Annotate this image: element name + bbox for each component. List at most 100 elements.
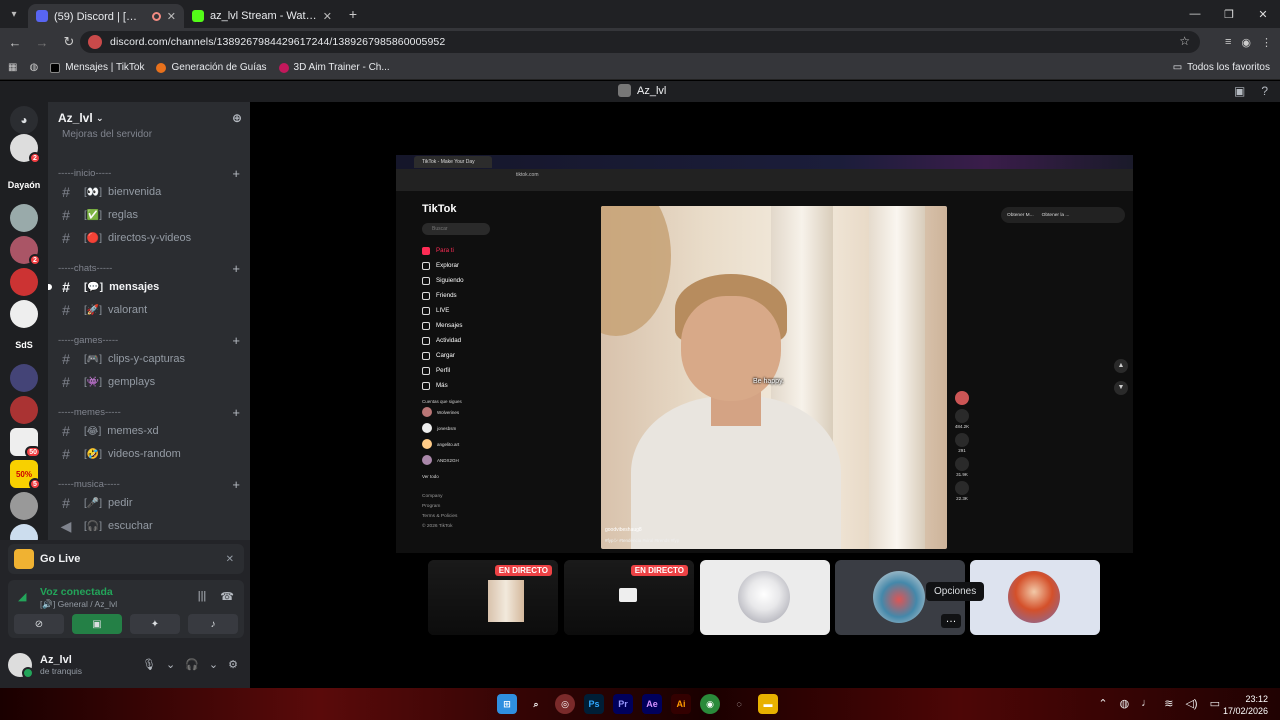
category-header[interactable]: -----inicio----- + [58, 166, 240, 181]
apps-grid-icon[interactable]: ▦ [8, 62, 17, 73]
activities-button[interactable]: ✦ [130, 614, 180, 634]
server-label-sds[interactable]: SdS [0, 340, 48, 350]
microphone-icon[interactable]: ♩ [1141, 697, 1152, 710]
search-icon[interactable]: ⌕ [526, 694, 546, 714]
premiere-icon[interactable]: Pr [613, 694, 633, 714]
category-header[interactable]: -----chats----- + [58, 261, 240, 276]
category-header[interactable]: -----games----- + [58, 333, 240, 348]
add-channel-icon[interactable]: + [232, 261, 240, 276]
noise-suppression-icon[interactable]: ||| [198, 590, 207, 603]
screen-share-button[interactable]: ▣ [72, 614, 122, 634]
channel-item[interactable]: # [🎮] clips-y-capturas [56, 349, 242, 369]
headphones-icon[interactable]: 🎧 [185, 658, 199, 671]
server-icon[interactable]: 50% 5 [10, 460, 41, 490]
app-icon[interactable]: ◎ [555, 694, 575, 714]
server-icon[interactable]: 2 [10, 236, 41, 266]
shared-screen-stream[interactable]: TikTok - Make Your Day tiktok.com TikTok… [396, 155, 1133, 553]
category-header[interactable]: -----memes----- + [58, 405, 240, 420]
close-window-icon[interactable]: ✕ [1246, 0, 1280, 28]
add-channel-icon[interactable]: + [232, 405, 240, 420]
close-tab-icon[interactable]: ✕ [167, 10, 176, 23]
disconnect-icon[interactable]: ☎ [220, 590, 234, 603]
bookmark-item[interactable]: Generación de Guías [156, 62, 267, 73]
server-icon[interactable] [10, 268, 38, 296]
server-icon[interactable]: 2 [10, 134, 41, 164]
go-live-banner[interactable]: Go Live ✕ [8, 544, 244, 574]
participant-tile-stream[interactable]: EN DIRECTO [564, 560, 694, 635]
category-header[interactable]: -----musica----- + [58, 477, 240, 492]
server-boost-link[interactable]: Mejoras del servidor [62, 129, 152, 140]
microphone-icon[interactable]: 🎙 [142, 658, 156, 671]
channel-item[interactable]: # [😂] memes-xd [56, 421, 242, 441]
channel-item[interactable]: # [🔴] directos-y-videos [56, 228, 242, 248]
voice-channel-path[interactable]: [🔊] General / Az_lvl [40, 599, 117, 610]
forward-icon[interactable]: → [30, 30, 54, 54]
tray-app-icon[interactable]: ◍ [1120, 697, 1130, 710]
participant-tile[interactable] [700, 560, 830, 635]
chevron-down-icon[interactable]: ⌄ [166, 658, 175, 671]
channel-item[interactable]: # [🎤] pedir [56, 493, 242, 513]
taskbar-clock[interactable]: 23:12 17/02/2026 [1223, 693, 1268, 717]
illustrator-icon[interactable]: Ai [671, 694, 691, 714]
all-bookmarks[interactable]: ▭ Todos los favoritos [1173, 62, 1270, 73]
discord-home-icon[interactable]: ◕ [10, 106, 38, 134]
channel-item[interactable]: # [👀] bienvenida [56, 182, 242, 202]
browser-tab-discord[interactable]: (59) Discord | [🔊] General ✕ [28, 4, 184, 28]
site-info-icon[interactable] [88, 35, 102, 49]
file-explorer-icon[interactable]: ▬ [758, 694, 778, 714]
reload-icon[interactable]: ↻ [57, 30, 81, 54]
server-icon[interactable]: 50 [10, 428, 41, 458]
server-icon[interactable] [10, 492, 38, 520]
new-tab-button[interactable]: + [340, 6, 366, 22]
server-icon[interactable] [10, 364, 38, 392]
chevron-down-icon[interactable]: ⌄ [209, 658, 218, 671]
channel-item[interactable]: # [🤣] videos-random [56, 444, 242, 464]
chrome-icon[interactable]: ◉ [700, 694, 720, 714]
channel-item[interactable]: # [🚀] valorant [56, 300, 242, 320]
channel-item[interactable]: # [✅] reglas [56, 205, 242, 225]
profile-icon[interactable]: ◉ [1241, 36, 1251, 49]
help-icon[interactable]: ? [1261, 84, 1268, 98]
bookmark-item[interactable]: Mensajes | TikTok [50, 62, 144, 73]
camera-off-button[interactable]: ⊘ [14, 614, 64, 634]
browser-tab-kick[interactable]: az_lvl Stream - Watch Live on K ✕ [184, 4, 340, 28]
settings-gear-icon[interactable]: ⚙ [228, 658, 238, 671]
add-channel-icon[interactable]: + [232, 477, 240, 492]
server-icon[interactable] [10, 300, 38, 328]
invite-icon[interactable]: ⊕ [232, 111, 242, 125]
back-icon[interactable]: ← [3, 30, 27, 54]
add-channel-icon[interactable]: + [232, 166, 240, 181]
server-icon[interactable] [10, 396, 38, 424]
omnibox[interactable]: discord.com/channels/1389267984429617244… [80, 31, 1200, 53]
voice-status[interactable]: Voz conectada [40, 586, 113, 598]
server-folder-label[interactable]: Dayaón [0, 180, 48, 190]
windows-start-icon[interactable]: ⊞ [497, 694, 517, 714]
channel-item-active[interactable]: # [💬] mensajes [48, 277, 242, 297]
bookmark-star-icon[interactable]: ☆ [1179, 34, 1190, 48]
participant-tile[interactable] [970, 560, 1100, 635]
minimize-icon[interactable]: — [1178, 0, 1212, 28]
media-icon[interactable]: ≡ [1225, 36, 1231, 48]
avatar[interactable] [8, 653, 34, 679]
chevron-up-icon[interactable]: ⌃ [1098, 697, 1107, 710]
signal-icon[interactable]: ◢ [18, 590, 26, 603]
bookmark-item[interactable]: 3D Aim Trainer - Ch... [278, 62, 390, 73]
dismiss-icon[interactable]: ✕ [226, 554, 234, 565]
restore-icon[interactable]: ❐ [1212, 0, 1246, 28]
wifi-icon[interactable]: ≋ [1164, 697, 1173, 710]
more-options-icon[interactable]: … [941, 614, 961, 628]
participant-tile-stream[interactable]: EN DIRECTO [428, 560, 558, 635]
photoshop-icon[interactable]: Ps [584, 694, 604, 714]
obs-icon[interactable]: ◌ [729, 694, 749, 714]
voice-channel-item[interactable]: ◀ [🎧] escuchar [56, 516, 242, 536]
globe-icon[interactable]: ◍ [29, 62, 38, 73]
kebab-menu-icon[interactable]: ⋮ [1261, 36, 1272, 49]
server-icon[interactable] [10, 204, 38, 232]
user-info[interactable]: Az_lvl de tranquis [40, 654, 82, 676]
channel-item[interactable]: # [👾] gemplays [56, 372, 242, 392]
battery-icon[interactable]: ▭ [1210, 697, 1220, 710]
inbox-icon[interactable]: ▣ [1234, 84, 1245, 98]
add-channel-icon[interactable]: + [232, 333, 240, 348]
tab-search-chevron-icon[interactable]: ▾ [0, 0, 28, 28]
volume-icon[interactable]: ◁) [1185, 697, 1197, 710]
